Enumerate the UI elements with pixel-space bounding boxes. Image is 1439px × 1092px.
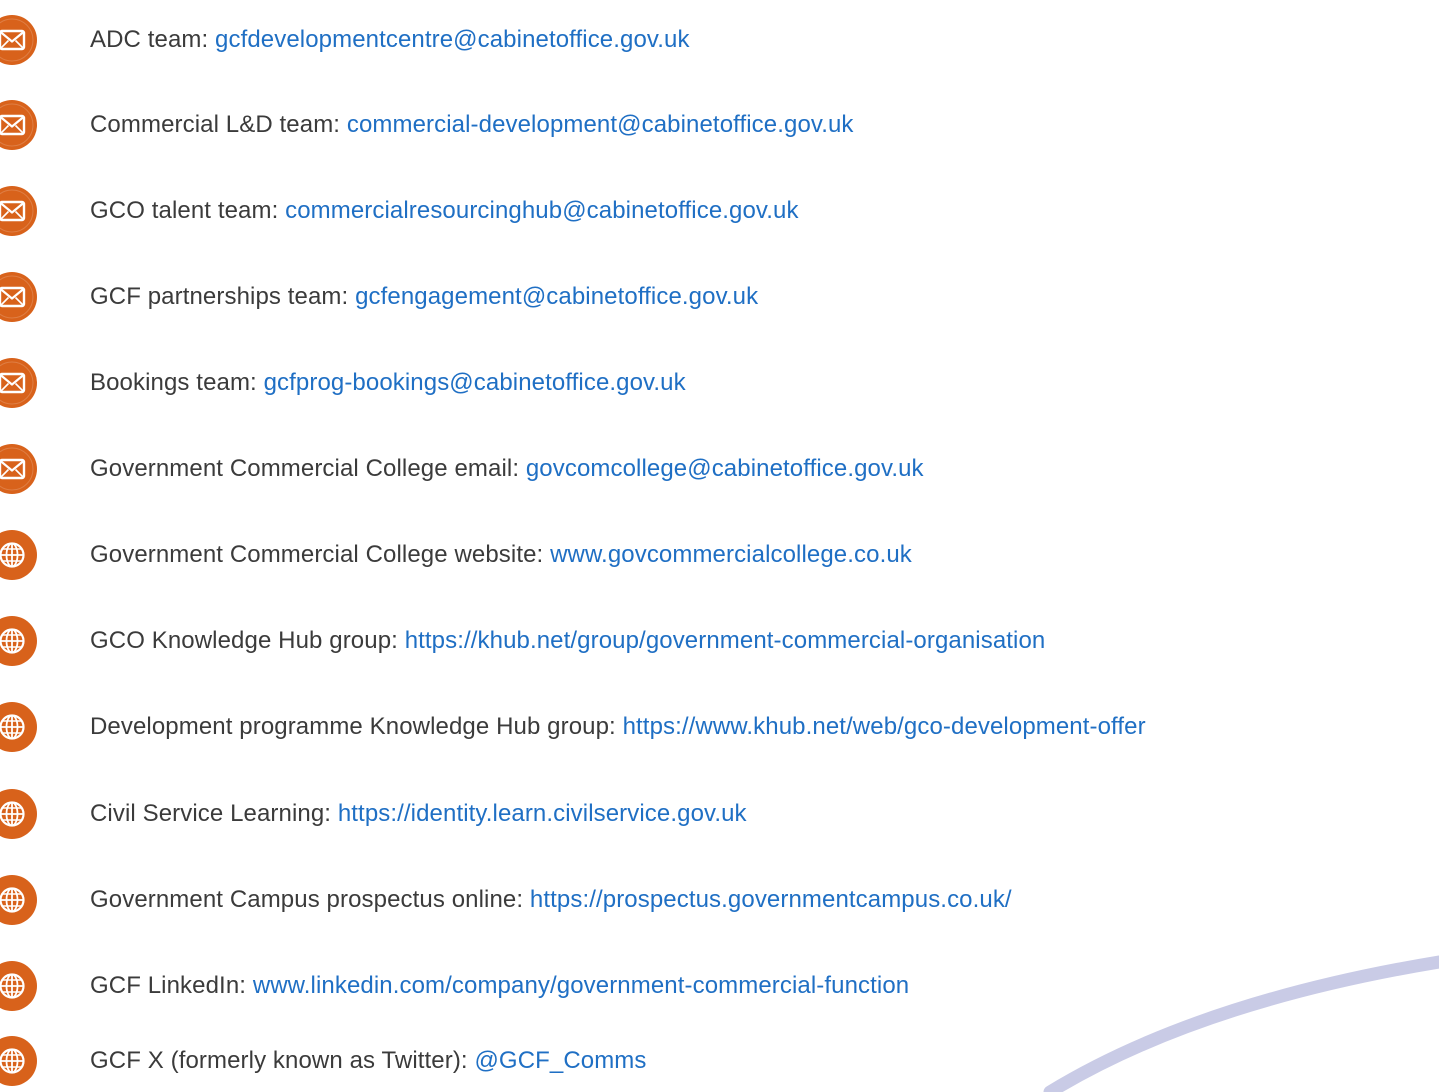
contact-link[interactable]: govcomcollege@cabinetoffice.gov.uk — [526, 455, 924, 482]
contact-item-civil-service-learning: Civil Service Learning: https://identity… — [0, 784, 1439, 844]
contact-link[interactable]: www.govcommercialcollege.co.uk — [550, 541, 912, 568]
contact-link[interactable]: commercial-development@cabinetoffice.gov… — [347, 111, 854, 138]
contact-label: GCF X (formerly known as Twitter): — [90, 1047, 475, 1074]
envelope-icon — [0, 444, 37, 494]
contact-list: ADC team: gcfdevelopmentcentre@cabinetof… — [0, 0, 1439, 1092]
contact-label: Commercial L&D team: — [90, 111, 347, 138]
contact-label: Government Campus prospectus online: — [90, 886, 530, 913]
contact-item-commercial-ld-team: Commercial L&D team: commercial-developm… — [0, 95, 1439, 155]
contact-label: Bookings team: — [90, 369, 264, 396]
globe-icon — [0, 789, 37, 839]
contact-link[interactable]: commercialresourcinghub@cabinetoffice.go… — [285, 197, 798, 224]
contact-item-gco-knowledge-hub: GCO Knowledge Hub group: https://khub.ne… — [0, 611, 1439, 671]
contact-link[interactable]: www.linkedin.com/company/government-comm… — [253, 972, 909, 999]
contact-item-adc-team: ADC team: gcfdevelopmentcentre@cabinetof… — [0, 10, 1439, 70]
contact-link[interactable]: https://khub.net/group/government-commer… — [405, 627, 1046, 654]
contact-item-bookings-team: Bookings team: gcfprog-bookings@cabineto… — [0, 353, 1439, 413]
envelope-icon — [0, 100, 37, 150]
contact-label: ADC team: — [90, 26, 216, 53]
envelope-icon — [0, 15, 37, 65]
contact-label: GCF partnerships team: — [90, 283, 356, 310]
contact-label: Development programme Knowledge Hub grou… — [90, 713, 623, 740]
envelope-icon — [0, 272, 37, 322]
contact-item-gco-talent-team: GCO talent team: commercialresourcinghub… — [0, 181, 1439, 241]
contact-item-gcf-partnerships-team: GCF partnerships team: gcfengagement@cab… — [0, 267, 1439, 327]
contact-link[interactable]: @GCF_Comms — [474, 1047, 646, 1074]
globe-icon — [0, 1036, 37, 1086]
contact-link[interactable]: https://identity.learn.civilservice.gov.… — [338, 800, 747, 827]
globe-icon — [0, 616, 37, 666]
globe-icon — [0, 530, 37, 580]
contact-label: GCF LinkedIn: — [90, 972, 253, 999]
contact-link[interactable]: https://prospectus.governmentcampus.co.u… — [530, 886, 1012, 913]
contact-item-gcf-x: GCF X (formerly known as Twitter): @GCF_… — [0, 1031, 1439, 1091]
contact-link[interactable]: gcfprog-bookings@cabinetoffice.gov.uk — [264, 369, 686, 396]
contact-item-gcf-linkedin: GCF LinkedIn: www.linkedin.com/company/g… — [0, 956, 1439, 1016]
contact-label: Government Commercial College email: — [90, 455, 526, 482]
contact-item-campus-prospectus: Government Campus prospectus online: htt… — [0, 870, 1439, 930]
contact-link[interactable]: gcfengagement@cabinetoffice.gov.uk — [355, 283, 758, 310]
contact-label: GCO talent team: — [90, 197, 286, 224]
contact-item-college-email: Government Commercial College email: gov… — [0, 439, 1439, 499]
contact-item-development-knowledge-hub: Development programme Knowledge Hub grou… — [0, 697, 1439, 757]
contact-label: Government Commercial College website: — [90, 541, 551, 568]
contact-link[interactable]: gcfdevelopmentcentre@cabinetoffice.gov.u… — [215, 26, 690, 53]
envelope-icon — [0, 358, 37, 408]
contact-item-college-website: Government Commercial College website: w… — [0, 525, 1439, 585]
globe-icon — [0, 961, 37, 1011]
contact-label: Civil Service Learning: — [90, 800, 338, 827]
contact-link[interactable]: https://www.khub.net/web/gco-development… — [623, 713, 1146, 740]
globe-icon — [0, 875, 37, 925]
globe-icon — [0, 702, 37, 752]
envelope-icon — [0, 186, 37, 236]
contact-label: GCO Knowledge Hub group: — [90, 627, 405, 654]
